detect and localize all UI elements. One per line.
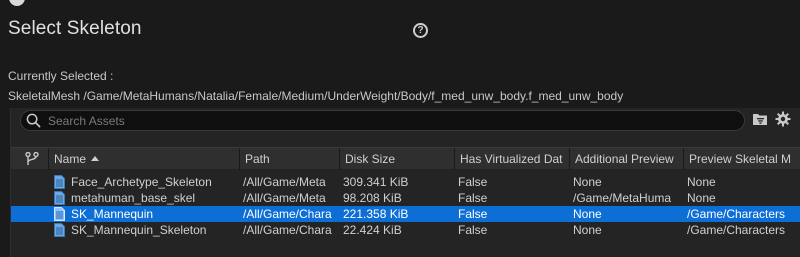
cell-name: metahuman_base_skel bbox=[71, 191, 196, 205]
column-header-additional-preview[interactable]: Additional Preview bbox=[569, 148, 683, 170]
cell-name: SK_Mannequin bbox=[71, 207, 154, 221]
cell-preview-mesh: /Game/Characters bbox=[687, 223, 786, 237]
cell-disk-size: 22.424 KiB bbox=[343, 223, 402, 237]
cell-additional-preview: None bbox=[573, 207, 602, 221]
column-header-disk-size-label: Disk Size bbox=[345, 152, 396, 166]
column-header-additional-preview-label: Additional Preview bbox=[575, 152, 674, 166]
column-header-preview-skeletal-mesh[interactable]: Preview Skeletal M bbox=[683, 148, 800, 170]
search-icon bbox=[26, 113, 41, 128]
cell-additional-preview: None bbox=[573, 223, 602, 237]
cell-virtualized: False bbox=[458, 223, 488, 237]
cell-path: /All/Game/Meta bbox=[243, 175, 326, 189]
column-header-name[interactable]: Name bbox=[48, 148, 239, 170]
column-header-has-virtualized-data[interactable]: Has Virtualized Dat bbox=[454, 148, 569, 170]
column-header-preview-skeletal-mesh-label: Preview Skeletal M bbox=[689, 152, 792, 166]
engine-logo-icon bbox=[9, 0, 25, 6]
asset-picker-panel: Name Path Disk Size Has Virtualized Dat … bbox=[10, 108, 800, 257]
column-header-path[interactable]: Path bbox=[239, 148, 339, 170]
table-header: Name Path Disk Size Has Virtualized Dat … bbox=[11, 147, 800, 170]
cell-name: SK_Mannequin_Skeleton bbox=[71, 223, 207, 237]
branch-column-header[interactable] bbox=[11, 148, 48, 170]
skeleton-asset-icon bbox=[54, 223, 65, 237]
sort-ascending-icon bbox=[91, 156, 100, 161]
cell-virtualized: False bbox=[458, 191, 488, 205]
table-row[interactable]: SK_Mannequin_Skeleton/All/Game/Chara 22.4… bbox=[11, 222, 800, 238]
gear-icon[interactable] bbox=[775, 111, 791, 127]
currently-selected-value: SkeletalMesh /Game/MetaHumans/Natalia/Fe… bbox=[8, 89, 624, 103]
cell-preview-mesh: None bbox=[687, 191, 716, 205]
search-input[interactable] bbox=[48, 112, 738, 129]
cell-additional-preview: /Game/MetaHuma bbox=[573, 191, 672, 205]
column-header-name-label: Name bbox=[54, 152, 87, 166]
cell-preview-mesh: /Game/Characters bbox=[687, 207, 786, 221]
cell-additional-preview: None bbox=[573, 175, 602, 189]
branch-icon bbox=[25, 152, 39, 165]
cell-path: /All/Game/Meta bbox=[243, 191, 326, 205]
help-icon[interactable]: ? bbox=[413, 23, 428, 38]
currently-selected-label: Currently Selected : bbox=[8, 69, 114, 83]
folder-filter-icon[interactable] bbox=[752, 112, 768, 126]
cell-preview-mesh: None bbox=[687, 175, 716, 189]
table-row[interactable]: Face_Archetype_Skeleton/All/Game/Meta 309… bbox=[11, 174, 800, 190]
skeleton-asset-icon bbox=[54, 191, 65, 205]
cell-name: Face_Archetype_Skeleton bbox=[71, 175, 212, 189]
cell-virtualized: False bbox=[458, 175, 488, 189]
skeleton-asset-icon bbox=[54, 207, 65, 221]
dialog-title: Select Skeleton bbox=[8, 18, 142, 39]
cell-virtualized: False bbox=[458, 207, 488, 221]
table-row[interactable]: SK_Mannequin/All/Game/Chara 221.358 KiB Fa… bbox=[11, 206, 800, 222]
column-header-disk-size[interactable]: Disk Size bbox=[339, 148, 454, 170]
cell-disk-size: 309.341 KiB bbox=[343, 175, 409, 189]
column-header-has-virtualized-data-label: Has Virtualized Dat bbox=[460, 152, 563, 166]
cell-disk-size: 221.358 KiB bbox=[343, 207, 409, 221]
window-top-bar bbox=[0, 0, 800, 10]
column-header-path-label: Path bbox=[245, 152, 270, 166]
search-box[interactable] bbox=[20, 110, 745, 131]
cell-path: /All/Game/Chara bbox=[243, 207, 332, 221]
skeleton-asset-icon bbox=[54, 175, 65, 189]
cell-disk-size: 98.208 KiB bbox=[343, 191, 402, 205]
table-row[interactable]: metahuman_base_skel/All/Game/Meta 98.208 … bbox=[11, 190, 800, 206]
cell-path: /All/Game/Chara bbox=[243, 223, 332, 237]
